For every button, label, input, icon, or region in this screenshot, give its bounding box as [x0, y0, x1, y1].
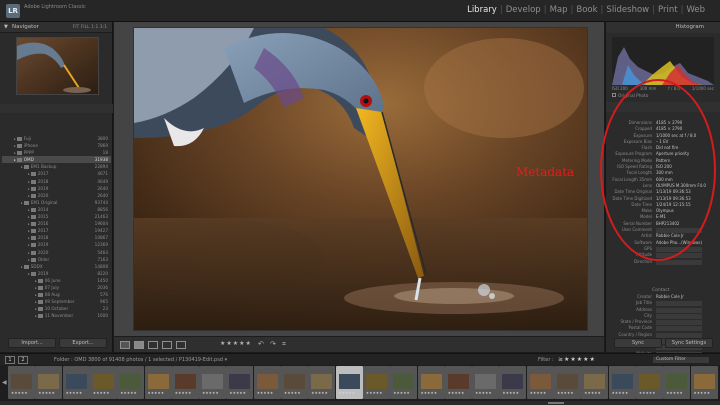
thumbnail-image: [229, 374, 251, 389]
filmstrip-thumbnail[interactable]: ★★★★★: [608, 366, 636, 399]
filmstrip-thumbnail[interactable]: ★★★★★: [635, 366, 663, 399]
thumbnail-stars: ★★★★★: [557, 391, 574, 395]
filmstrip: ◀ ▶ ★★★★★★★★★★★★★★★★★★★★★★★★★★★★★★★★★★★★…: [0, 365, 720, 405]
thumbnail-stars: ★★★★★: [611, 391, 629, 395]
thumbnail-stars: ★★★★★: [174, 391, 192, 395]
thumbnail-stars: ★★★★★: [147, 391, 165, 395]
custom-filter-dropdown[interactable]: Custom Filter: [652, 356, 710, 364]
thumbnail-stars: ★★★★★: [365, 391, 383, 395]
thumbnail-image: [693, 374, 715, 389]
thumbnail-stars: ★★★★★: [120, 391, 137, 395]
page-1-button[interactable]: 1: [5, 356, 15, 364]
filmstrip-thumbnail[interactable]: ★★★★★: [335, 366, 363, 399]
filmstrip-thumbnail[interactable]: ★★★★★: [390, 366, 418, 399]
thumbnail-image: [529, 374, 551, 389]
thumbnail-stars: ★★★★★: [202, 391, 219, 395]
filmstrip-thumbnail[interactable]: ★★★★★: [526, 366, 554, 399]
thumbnail-stars: ★★★★★: [502, 391, 520, 395]
thumbnail-stars: ★★★★★: [475, 391, 492, 395]
filmstrip-thumbnail[interactable]: ★★★★★: [89, 366, 117, 399]
thumbnail-image: [638, 374, 660, 389]
thumbnail-image: [147, 374, 169, 389]
thumbnail-image: [256, 374, 278, 389]
filmstrip-thumbnail[interactable]: ★★★★★: [308, 366, 336, 399]
thumbnail-stars: ★★★★★: [393, 391, 410, 395]
thumbnail-stars: ★★★★★: [256, 391, 274, 395]
filmstrip-thumbnail[interactable]: ★★★★★: [663, 366, 691, 399]
thumbnail-stars: ★★★★★: [11, 391, 28, 395]
thumbnail-image: [65, 374, 87, 389]
thumbnail-stars: ★★★★★: [529, 391, 547, 395]
filmstrip-thumbnail[interactable]: ★★★★★: [144, 366, 172, 399]
thumbnail-image: [120, 374, 142, 389]
scroll-left-icon[interactable]: ◀: [2, 379, 7, 386]
filmstrip-thumbnail[interactable]: ★★★★★: [35, 366, 63, 399]
filmstrip-thumbnail[interactable]: ★★★★★: [253, 366, 281, 399]
filmstrip-thumbnail[interactable]: ★★★★★: [581, 366, 609, 399]
page-2-button[interactable]: 2: [18, 356, 28, 364]
thumbnail-image: [202, 374, 224, 389]
filmstrip-thumbnail[interactable]: ★★★★★: [226, 366, 254, 399]
thumbnail-image: [311, 374, 333, 389]
thumbnail-stars: ★★★★★: [311, 391, 328, 395]
thumbnail-image: [338, 374, 360, 389]
thumbnail-image: [174, 374, 196, 389]
filter-label: Filter :: [538, 357, 554, 363]
thumbnail-image: [92, 374, 114, 389]
filmstrip-thumbnail[interactable]: ★★★★★: [554, 366, 581, 399]
filmstrip-header: 1 2 Folder : OMD 3800 of 91408 photos / …: [0, 353, 720, 365]
thumbnail-stars: ★★★★★: [38, 391, 55, 395]
thumbnail-stars: ★★★★★: [92, 391, 110, 395]
thumbnail-image: [38, 374, 60, 389]
thumbnail-stars: ★★★★★: [584, 391, 601, 395]
annotation-overlay: [600, 79, 716, 261]
filmstrip-thumbnail[interactable]: ★★★★★: [444, 366, 472, 399]
filmstrip-thumbnail[interactable]: ★★★★★: [62, 366, 90, 399]
filmstrip-thumbnail[interactable]: ★★★★★: [362, 366, 390, 399]
thumbnail-image: [11, 374, 32, 389]
filmstrip-scroll-thumb[interactable]: [548, 402, 564, 404]
filmstrip-scrollbar[interactable]: [0, 401, 720, 405]
thumbnail-stars: ★★★★★: [284, 391, 301, 395]
thumbnail-stars: ★★★★★: [420, 391, 438, 395]
thumbnail-image: [475, 374, 497, 389]
thumbnail-image: [420, 374, 442, 389]
thumbnail-image: [284, 374, 305, 389]
thumbnail-stars: ★★★★★: [447, 391, 465, 395]
thumbnail-image: [584, 374, 606, 389]
thumbnail-image: [447, 374, 469, 389]
filmstrip-thumbnail[interactable]: ★★★★★: [690, 366, 718, 399]
folder-path[interactable]: Folder : OMD 3800 of 91408 photos / 1 se…: [54, 357, 227, 363]
filmstrip-thumbnail[interactable]: ★★★★★: [117, 366, 145, 399]
thumbnail-image: [666, 374, 688, 389]
thumbnail-stars: ★★★★★: [65, 391, 83, 395]
filmstrip-thumbnail[interactable]: ★★★★★: [8, 366, 35, 399]
thumbnail-stars: ★★★★★: [666, 391, 683, 395]
filmstrip-thumbnail[interactable]: ★★★★★: [499, 366, 527, 399]
filmstrip-thumbnail[interactable]: ★★★★★: [281, 366, 308, 399]
thumbnail-image: [502, 374, 524, 389]
thumbnail-stars: ★★★★★: [229, 391, 247, 395]
lightroom-window: LR Adobe Lightroom Classic Library | Devel…: [0, 0, 720, 405]
thumbnail-stars: ★★★★★: [693, 391, 711, 395]
thumbnail-stars: ★★★★★: [338, 391, 356, 395]
filmstrip-thumbnail[interactable]: ★★★★★: [199, 366, 227, 399]
filmstrip-thumbnail[interactable]: ★★★★★: [417, 366, 445, 399]
thumbnail-image: [393, 374, 415, 389]
thumbnail-image: [365, 374, 387, 389]
filter-stars[interactable]: ≥★★★★★: [558, 356, 596, 363]
thumbnail-image: [557, 374, 578, 389]
filmstrip-thumbnail[interactable]: ★★★★★: [171, 366, 199, 399]
thumbnail-image: [611, 374, 633, 389]
thumbnail-stars: ★★★★★: [638, 391, 656, 395]
filmstrip-thumbnail[interactable]: ★★★★★: [472, 366, 500, 399]
red-highlight-ellipse: [600, 79, 716, 261]
